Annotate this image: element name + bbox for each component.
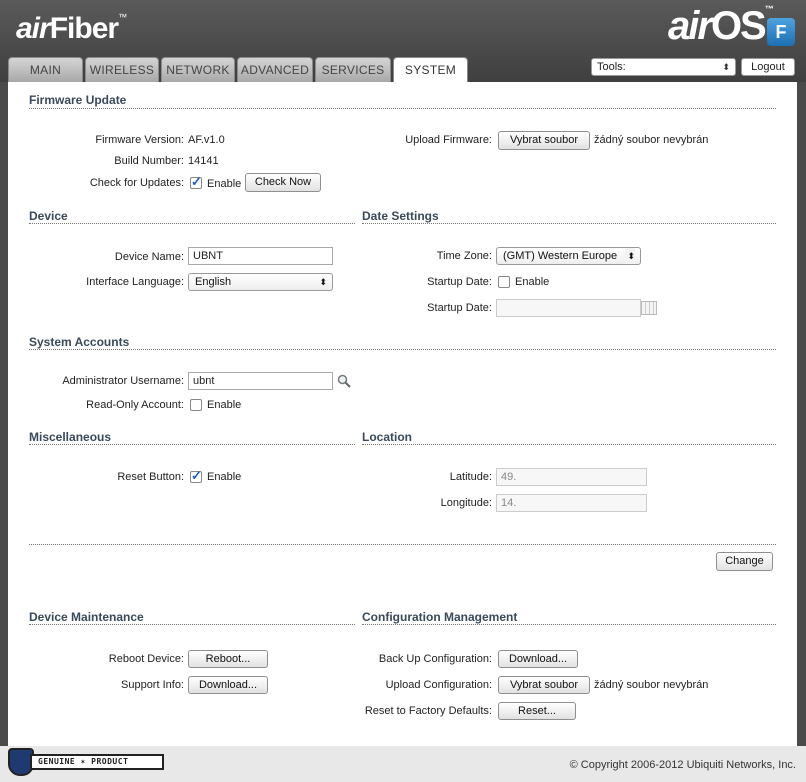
latitude-input[interactable]: 49. — [496, 468, 647, 486]
latitude-label: Latitude: — [449, 471, 492, 483]
backup-configuration-download-button[interactable]: Download... — [498, 650, 578, 668]
upload-firmware-no-file-text: žádný soubor nevybrán — [594, 134, 709, 146]
date-settings-section-title: Date Settings — [362, 209, 439, 223]
airos-logo: airOS™ — [668, 4, 774, 48]
section-divider — [29, 108, 776, 109]
admin-username-input[interactable]: ubnt — [188, 372, 333, 390]
build-number-label: Build Number: — [114, 155, 184, 167]
startup-date-enable-text: Enable — [515, 276, 550, 288]
calendar-icon[interactable] — [641, 301, 657, 315]
reset-button-label: Reset Button: — [117, 471, 184, 483]
reset-button-checkbox[interactable] — [190, 468, 202, 484]
startup-date-input[interactable] — [496, 299, 641, 317]
tab-system[interactable]: SYSTEM — [393, 57, 468, 83]
device-name-label: Device Name: — [114, 251, 184, 263]
logout-button[interactable]: Logout — [741, 58, 795, 76]
support-info-download-button[interactable]: Download... — [188, 676, 268, 694]
search-icon[interactable] — [337, 374, 351, 388]
upload-configuration-choose-file-button[interactable]: Vybrat soubor — [498, 676, 590, 694]
miscellaneous-section-title: Miscellaneous — [29, 430, 112, 444]
firmware-version-label: Firmware Version: — [95, 134, 184, 146]
section-divider — [29, 444, 355, 445]
airfiber-badge-icon: F — [767, 18, 795, 46]
readonly-account-enable-text: Enable — [207, 399, 242, 411]
system-settings-panel: Firmware Update Firmware Version: AF.v1.… — [8, 82, 797, 746]
tab-wireless[interactable]: WIRELESS — [85, 57, 159, 82]
device-name-input[interactable]: UBNT — [188, 247, 333, 265]
updown-arrows-icon: ⬍ — [319, 277, 327, 287]
admin-username-label: Administrator Username: — [62, 375, 184, 387]
section-divider — [362, 624, 776, 625]
section-divider — [29, 349, 776, 350]
reboot-button[interactable]: Reboot... — [188, 650, 268, 668]
longitude-input[interactable]: 14. — [496, 494, 647, 512]
interface-language-select[interactable]: English ⬍ — [188, 273, 333, 291]
firmware-section-title: Firmware Update — [29, 93, 127, 107]
footer: GENUINE ✶ PRODUCT © Copyright 2006-2012 … — [0, 746, 806, 782]
location-section-title: Location — [362, 430, 412, 444]
check-now-button[interactable]: Check Now — [245, 173, 321, 192]
firmware-version-value: AF.v1.0 — [188, 134, 225, 146]
device-section-title: Device — [29, 209, 68, 223]
check-updates-label: Check for Updates: — [89, 177, 184, 189]
tools-dropdown[interactable]: Tools: ⬍ — [591, 58, 736, 76]
reboot-device-label: Reboot Device: — [108, 653, 184, 665]
header: airFiber™ airOS™ F MAIN WIRELESS NETWORK… — [0, 0, 806, 83]
check-updates-checkbox[interactable] — [190, 174, 202, 190]
time-zone-select[interactable]: (GMT) Western Europe ⬍ — [496, 247, 641, 265]
check-updates-enable-text: Enable — [207, 178, 242, 190]
longitude-label: Longitude: — [440, 497, 492, 509]
tab-main[interactable]: MAIN — [8, 57, 83, 82]
time-zone-label: Time Zone: — [436, 250, 492, 262]
readonly-account-checkbox[interactable] — [190, 399, 202, 411]
configuration-management-section-title: Configuration Management — [362, 610, 518, 624]
tab-advanced[interactable]: ADVANCED — [237, 57, 313, 82]
section-divider — [362, 223, 776, 224]
upload-firmware-label: Upload Firmware: — [405, 134, 492, 146]
section-divider — [29, 544, 776, 545]
upload-configuration-label: Upload Configuration: — [385, 679, 492, 691]
tab-services[interactable]: SERVICES — [315, 57, 391, 82]
system-accounts-section-title: System Accounts — [29, 335, 130, 349]
factory-reset-label: Reset to Factory Defaults: — [364, 705, 492, 717]
startup-date-enable-label: Startup Date: — [427, 276, 492, 288]
interface-language-label: Interface Language: — [86, 276, 184, 288]
genuine-product-badge: GENUINE ✶ PRODUCT — [8, 746, 164, 776]
change-button[interactable]: Change — [716, 552, 773, 571]
reset-button-enable-text: Enable — [207, 471, 242, 483]
section-divider — [362, 444, 776, 445]
startup-date-checkbox[interactable] — [498, 276, 510, 288]
tab-network[interactable]: NETWORK — [161, 57, 235, 82]
section-divider — [29, 624, 355, 625]
section-divider — [29, 223, 355, 224]
updown-arrows-icon: ⬍ — [625, 248, 635, 264]
copyright-text: © Copyright 2006-2012 Ubiquiti Networks,… — [569, 759, 796, 771]
upload-configuration-no-file-text: žádný soubor nevybrán — [594, 679, 709, 691]
backup-configuration-label: Back Up Configuration: — [378, 653, 492, 665]
factory-reset-button[interactable]: Reset... — [498, 702, 576, 720]
airfiber-logo: airFiber™ — [16, 12, 127, 45]
upload-firmware-choose-file-button[interactable]: Vybrat soubor — [498, 131, 590, 150]
support-info-label: Support Info: — [121, 679, 184, 691]
startup-date-label: Startup Date: — [427, 302, 492, 314]
device-maintenance-section-title: Device Maintenance — [29, 610, 144, 624]
build-number-value: 14141 — [188, 155, 219, 167]
updown-arrows-icon: ⬍ — [722, 62, 730, 72]
readonly-account-label: Read-Only Account: — [86, 399, 184, 411]
